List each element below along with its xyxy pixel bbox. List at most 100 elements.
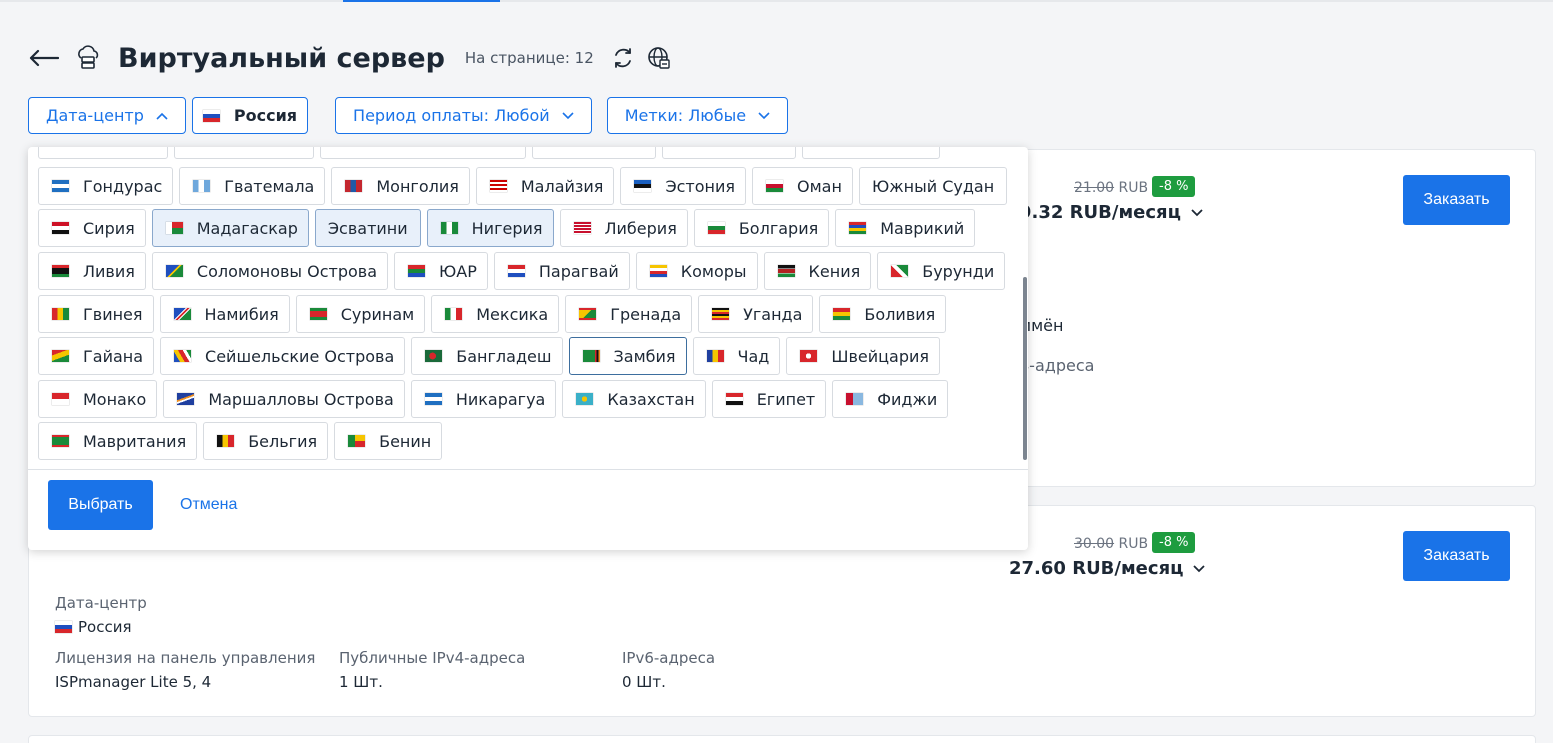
country-chip-label: Гайана xyxy=(83,346,144,366)
dropdown-scrollbar[interactable] xyxy=(1023,277,1027,460)
honduras-flag-icon xyxy=(52,180,69,192)
country-chip-label: Соломоновы Острова xyxy=(196,261,378,281)
country-chip[interactable]: Суринам xyxy=(295,295,426,333)
order-button[interactable]: Заказать xyxy=(1403,175,1510,225)
country-chip-label: Бангладеш xyxy=(456,346,552,366)
country-chip[interactable]: Маврикий xyxy=(835,209,976,247)
payment-period-filter-button[interactable]: Период оплаты: Любой xyxy=(335,97,592,134)
country-chip[interactable] xyxy=(320,147,526,159)
tags-filter-button[interactable]: Метки: Любые xyxy=(606,97,789,134)
country-chip[interactable]: Бангладеш xyxy=(411,337,563,375)
refresh-icon[interactable] xyxy=(610,45,636,71)
selected-country-chip[interactable]: Россия xyxy=(191,97,309,134)
country-chip-label: Маврикий xyxy=(880,218,965,238)
country-chip[interactable] xyxy=(38,147,168,159)
country-chip[interactable]: Парагвай xyxy=(493,252,630,290)
russia-flag-icon xyxy=(55,621,72,633)
country-chip[interactable] xyxy=(532,147,656,159)
cancel-button[interactable]: Отмена xyxy=(166,480,251,530)
bulgaria-flag-icon xyxy=(707,222,725,234)
chip-row: Гондурас Гватемала Монголия Малайзия Эстония… xyxy=(38,167,1008,205)
country-chip[interactable]: Коморы xyxy=(635,252,758,290)
back-arrow-icon[interactable] xyxy=(28,42,60,74)
country-chip[interactable]: Казахстан xyxy=(562,380,706,418)
old-price: 21.00 RUB xyxy=(1074,180,1149,196)
mauritius-flag-icon xyxy=(849,222,867,234)
ipv4-label: Публичные IPv4-адреса xyxy=(339,649,526,667)
country-chip-label: Сейшельские Острова xyxy=(205,346,395,366)
country-chip-label: Малайзия xyxy=(520,176,604,196)
egypt-flag-icon xyxy=(725,393,743,405)
nicaragua-flag-icon xyxy=(424,393,442,405)
country-chip[interactable]: Бурунди xyxy=(877,252,1006,290)
country-chip-label: Эстония xyxy=(665,176,735,196)
chevron-down-icon xyxy=(1193,564,1206,572)
country-chip[interactable]: Маршалловы Острова xyxy=(163,380,405,418)
items-per-page[interactable]: На странице: 12 xyxy=(465,49,594,67)
country-chip[interactable]: Сейшельские Острова xyxy=(160,337,406,375)
country-chip-label: Бурунди xyxy=(922,261,995,281)
country-chip[interactable]: Оман xyxy=(752,167,853,205)
country-chip[interactable]: Чад xyxy=(692,337,781,375)
country-chip[interactable]: Мавритания xyxy=(38,422,198,460)
benin-flag-icon xyxy=(348,435,366,447)
mexico-flag-icon xyxy=(445,308,463,320)
country-chip[interactable]: Кения xyxy=(763,252,872,290)
country-chip[interactable]: Замбия xyxy=(568,337,687,375)
country-chip-label: Никарагуа xyxy=(455,389,546,409)
country-chip[interactable]: Монако xyxy=(38,380,158,418)
order-button[interactable]: Заказать xyxy=(1403,531,1510,581)
country-chip[interactable]: Намибия xyxy=(159,295,290,333)
country-chip[interactable]: Уганда xyxy=(698,295,814,333)
country-chip[interactable]: Бенин xyxy=(334,422,443,460)
belgium-flag-icon xyxy=(217,435,235,447)
datacenter-filter-button[interactable]: Дата-центр xyxy=(28,97,186,134)
globe-network-icon[interactable] xyxy=(646,45,672,71)
guyana-flag-icon xyxy=(52,350,69,362)
country-chip[interactable]: Гренада xyxy=(565,295,693,333)
country-chip[interactable]: Фиджи xyxy=(832,380,949,418)
chip-row: Мавритания Бельгия Бенин xyxy=(38,422,443,460)
country-chip[interactable]: Гондурас xyxy=(38,167,174,205)
chevron-down-icon xyxy=(1191,208,1203,216)
country-chip[interactable]: Малайзия xyxy=(475,167,615,205)
country-chip[interactable]: Эстония xyxy=(620,167,746,205)
chevron-down-icon xyxy=(562,111,574,119)
discount-badge: -8 % xyxy=(1152,532,1196,553)
country-chip[interactable]: Либерия xyxy=(559,209,688,247)
active-tab-indicator xyxy=(343,0,500,2)
country-chip[interactable]: Соломоновы Острова xyxy=(151,252,389,290)
country-chip[interactable]: Ливия xyxy=(38,252,146,290)
suriname-flag-icon xyxy=(309,308,327,320)
country-chip[interactable]: Гвинея xyxy=(38,295,154,333)
country-chip[interactable]: Швейцария xyxy=(786,337,941,375)
country-chip-label: Парагвай xyxy=(538,261,619,281)
country-chip[interactable]: Монголия xyxy=(331,167,470,205)
country-chip[interactable]: Мадагаскар xyxy=(151,209,309,247)
country-chip[interactable]: Гайана xyxy=(38,337,155,375)
country-chip[interactable]: Сирия xyxy=(38,209,146,247)
bolivia-flag-icon xyxy=(833,308,851,320)
country-chip-label: Сирия xyxy=(83,218,135,238)
country-chip[interactable]: Нигерия xyxy=(426,209,554,247)
country-chip[interactable] xyxy=(174,147,314,159)
country-chip[interactable]: Боливия xyxy=(819,295,947,333)
country-chip[interactable]: Эсватини xyxy=(314,209,421,247)
country-chip[interactable]: ЮАР xyxy=(394,252,488,290)
country-chip[interactable]: Египет xyxy=(711,380,827,418)
country-chip[interactable]: Южный Судан xyxy=(858,167,1008,205)
country-chip[interactable]: Мексика xyxy=(431,295,560,333)
price[interactable]: 9.32 RUB/месяц xyxy=(1019,202,1203,223)
country-chip-list[interactable]: Гондурас Гватемала Монголия Малайзия Эстония… xyxy=(38,147,1018,469)
country-chip[interactable]: Бельгия xyxy=(203,422,329,460)
seychelles-flag-icon xyxy=(174,350,192,362)
country-chip-label: Мадагаскар xyxy=(196,218,298,238)
price[interactable]: 27.60 RUB/месяц xyxy=(1009,558,1206,579)
country-chip[interactable] xyxy=(662,147,796,159)
country-chip[interactable]: Гватемала xyxy=(179,167,326,205)
country-chip[interactable]: Болгария xyxy=(693,209,830,247)
country-chip[interactable] xyxy=(802,147,940,159)
select-button[interactable]: Выбрать xyxy=(48,480,153,530)
malaysia-flag-icon xyxy=(489,180,507,192)
country-chip[interactable]: Никарагуа xyxy=(410,380,557,418)
